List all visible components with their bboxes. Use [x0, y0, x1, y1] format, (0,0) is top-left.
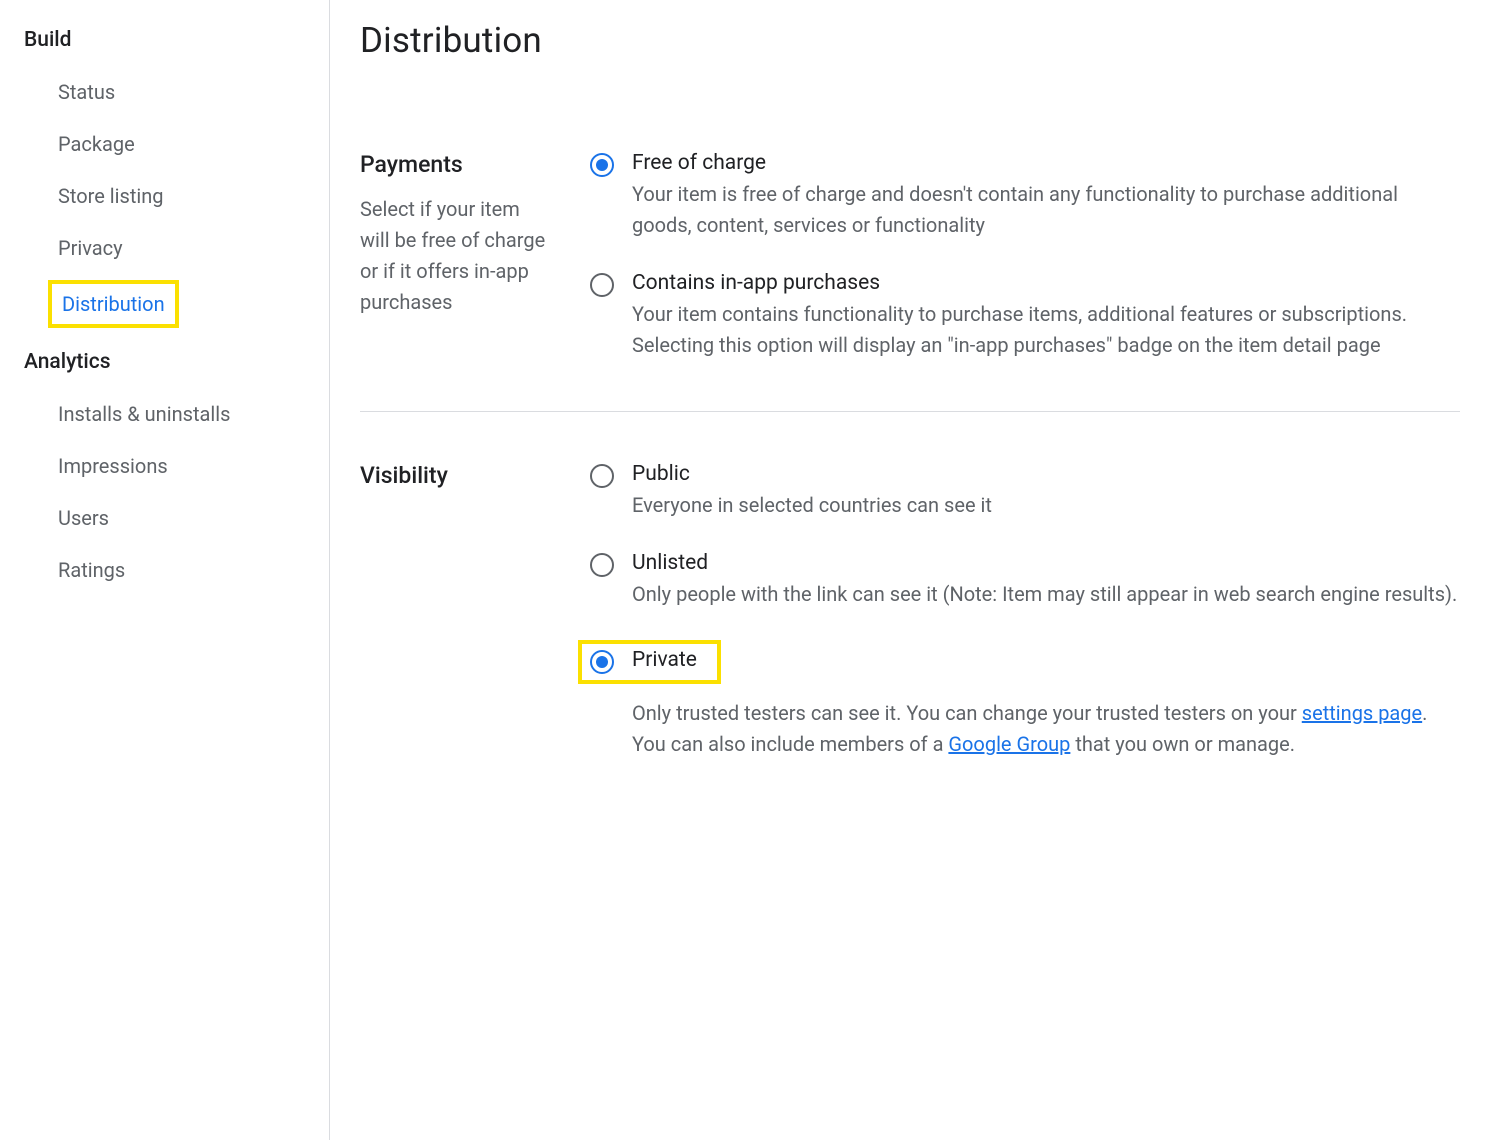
section-payments-left: Payments Select if your item will be fre… [360, 151, 550, 361]
sidebar-item-privacy[interactable]: Privacy [24, 222, 329, 274]
option-inapp-label: Contains in-app purchases [632, 271, 1460, 295]
option-unlisted: Unlisted Only people with the link can s… [590, 551, 1460, 610]
option-inapp: Contains in-app purchases Your item cont… [590, 271, 1460, 361]
link-google-group[interactable]: Google Group [948, 732, 1070, 756]
option-private-desc: Only trusted testers can see it. You can… [632, 698, 1427, 760]
link-settings-page[interactable]: settings page [1302, 701, 1422, 725]
sidebar-heading-analytics: Analytics [24, 342, 329, 382]
page-title: Distribution [360, 20, 1460, 61]
radio-unlisted[interactable] [590, 553, 614, 577]
option-public-desc: Everyone in selected countries can see i… [632, 490, 1460, 521]
option-private-desc-text2: . [1422, 701, 1427, 725]
section-payments-title: Payments [360, 151, 550, 178]
option-public-label: Public [632, 462, 1460, 486]
section-visibility-title: Visibility [360, 462, 550, 489]
option-private-desc-text3: You can also include members of a [632, 732, 948, 756]
option-free-content: Free of charge Your item is free of char… [632, 151, 1460, 241]
option-private: Private Only trusted testers can see it.… [590, 640, 1460, 760]
option-free-label: Free of charge [632, 151, 1460, 175]
section-visibility: Visibility Public Everyone in selected c… [360, 411, 1460, 810]
option-public-content: Public Everyone in selected countries ca… [632, 462, 1460, 521]
sidebar-item-ratings[interactable]: Ratings [24, 544, 329, 596]
sidebar-heading-build: Build [24, 20, 329, 60]
sidebar-item-impressions[interactable]: Impressions [24, 440, 329, 492]
radio-private[interactable] [590, 650, 614, 674]
option-private-highlight: Private [578, 640, 721, 684]
section-payments: Payments Select if your item will be fre… [360, 151, 1460, 411]
radio-public[interactable] [590, 464, 614, 488]
option-private-label: Private [632, 648, 697, 672]
option-free-desc: Your item is free of charge and doesn't … [632, 179, 1460, 241]
option-public: Public Everyone in selected countries ca… [590, 462, 1460, 521]
option-private-desc-text1: Only trusted testers can see it. You can… [632, 701, 1302, 725]
section-visibility-options: Public Everyone in selected countries ca… [590, 462, 1460, 760]
option-private-desc-text4: that you own or manage. [1070, 732, 1295, 756]
sidebar-item-installs[interactable]: Installs & uninstalls [24, 388, 329, 440]
section-payments-options: Free of charge Your item is free of char… [590, 151, 1460, 361]
radio-inapp[interactable] [590, 273, 614, 297]
sidebar-item-users[interactable]: Users [24, 492, 329, 544]
option-private-content: Only trusted testers can see it. You can… [590, 694, 1427, 760]
option-unlisted-content: Unlisted Only people with the link can s… [632, 551, 1460, 610]
sidebar: Build Status Package Store listing Priva… [0, 0, 330, 1140]
option-unlisted-desc: Only people with the link can see it (No… [632, 579, 1460, 610]
option-inapp-desc: Your item contains functionality to purc… [632, 299, 1460, 361]
sidebar-item-package[interactable]: Package [24, 118, 329, 170]
sidebar-item-distribution[interactable]: Distribution [48, 280, 179, 328]
option-inapp-content: Contains in-app purchases Your item cont… [632, 271, 1460, 361]
section-visibility-left: Visibility [360, 462, 550, 760]
radio-free[interactable] [590, 153, 614, 177]
sidebar-item-store-listing[interactable]: Store listing [24, 170, 329, 222]
sidebar-item-status[interactable]: Status [24, 66, 329, 118]
option-unlisted-label: Unlisted [632, 551, 1460, 575]
option-free: Free of charge Your item is free of char… [590, 151, 1460, 241]
section-payments-desc: Select if your item will be free of char… [360, 194, 550, 318]
main-content: Distribution Payments Select if your ite… [330, 0, 1490, 1140]
